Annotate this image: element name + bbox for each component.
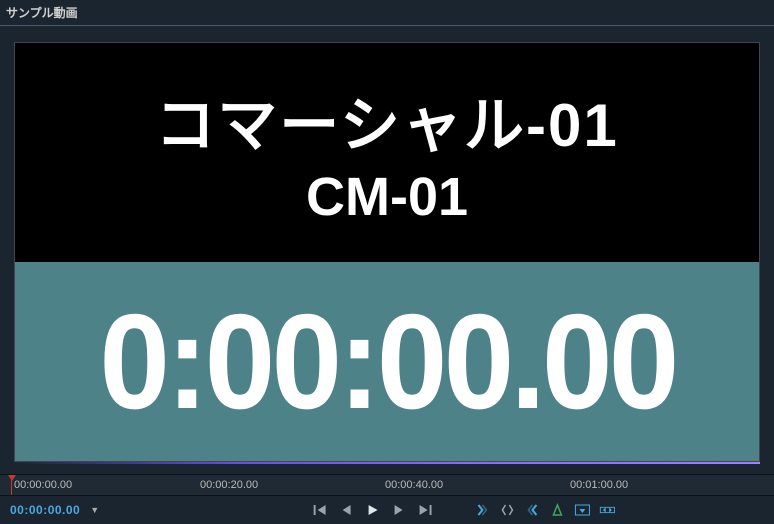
slate-line-2: CM-01 [306,166,468,228]
go-end-icon [418,504,432,516]
extract-button[interactable] [599,502,615,518]
ruler-tick: 00:00:00.00 [14,479,72,491]
safe-area-icon [551,503,563,517]
mark-in-button[interactable] [474,502,490,518]
go-start-icon [314,504,328,516]
prev-frame-button[interactable] [339,502,355,518]
preview-panel: サンプル動画 コマーシャル-01 CM-01 0:00:00.00 00:00:… [0,0,774,524]
panel-title: サンプル動画 [0,0,774,25]
mark-toggle-icon [501,503,513,517]
go-start-button[interactable] [313,502,329,518]
mark-in-icon [476,503,488,517]
marker-controls [474,502,615,518]
timecode-dropdown-icon[interactable]: ▼ [90,505,99,515]
next-frame-button[interactable] [391,502,407,518]
control-bar: 00:00:00.00 ▼ [0,496,774,524]
transport-controls [313,502,433,518]
video-title-slate: コマーシャル-01 CM-01 [15,43,759,262]
play-button[interactable] [365,502,381,518]
go-end-button[interactable] [417,502,433,518]
mark-toggle-button[interactable] [499,502,515,518]
playback-strip [14,462,760,464]
lift-button[interactable] [574,502,590,518]
ruler-tick: 00:01:00.00 [570,479,628,491]
safe-area-button[interactable] [549,502,565,518]
video-frame[interactable]: コマーシャル-01 CM-01 0:00:00.00 [14,42,760,462]
mark-out-button[interactable] [524,502,540,518]
ruler-tick: 00:00:40.00 [385,479,443,491]
time-ruler[interactable]: 00:00:00.00 00:00:20.00 00:00:40.00 00:0… [0,474,774,496]
extract-icon [599,503,615,517]
next-frame-icon [393,504,405,516]
ruler-tick: 00:00:20.00 [200,479,258,491]
playhead-line [11,475,12,495]
lift-icon [574,503,590,517]
prev-frame-icon [341,504,353,516]
slate-timecode: 0:00:00.00 [99,284,675,439]
slate-line-1: コマーシャル-01 [155,77,619,164]
current-timecode[interactable]: 00:00:00.00 [10,503,80,517]
mark-out-icon [526,503,538,517]
preview-area: コマーシャル-01 CM-01 0:00:00.00 [0,26,774,474]
play-icon [367,504,379,516]
video-timecode-slate: 0:00:00.00 [15,262,759,461]
